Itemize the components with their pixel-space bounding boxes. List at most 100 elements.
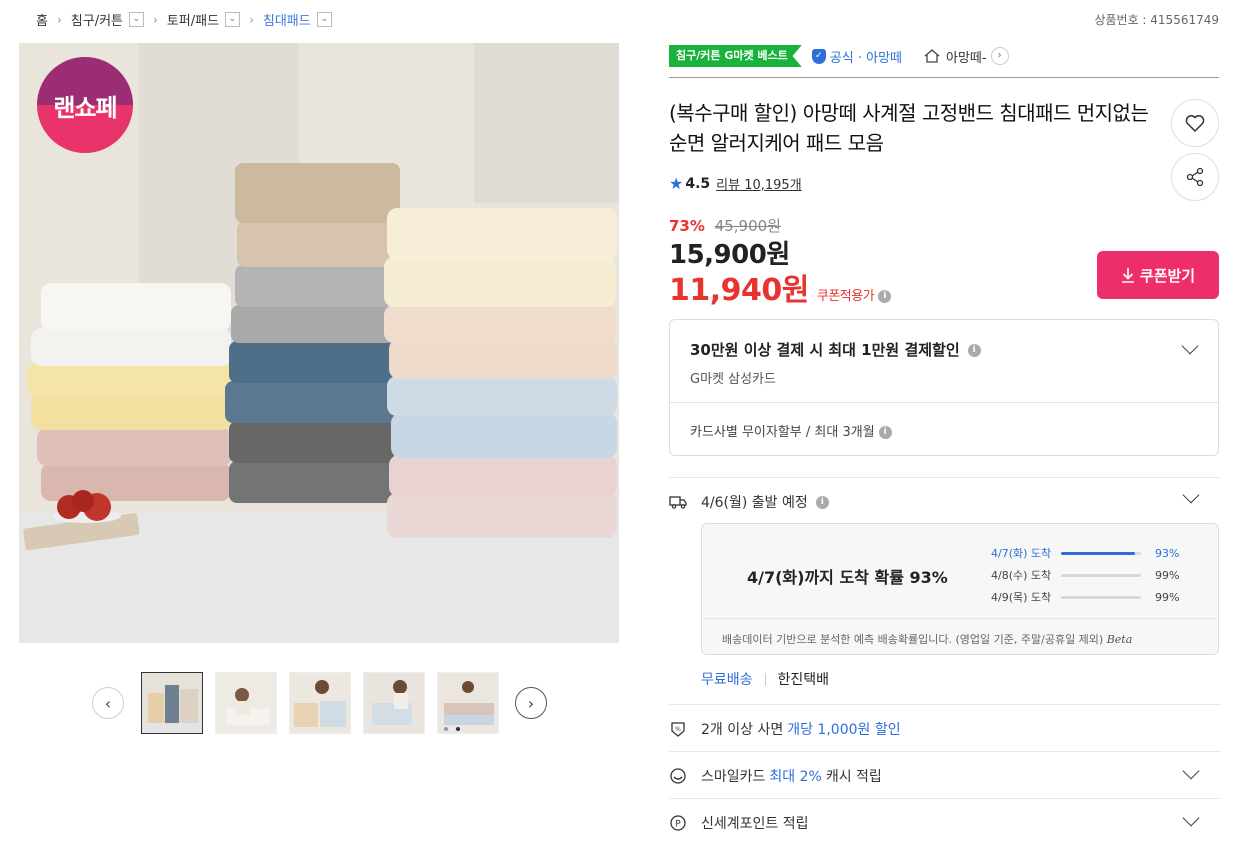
card-promo-title-text: 30만원 이상 결제 시 최대 1만원 결제할인	[690, 341, 960, 359]
arrival-row: 4/8(수) 도착 99%	[991, 564, 1179, 586]
thumbnail-3[interactable]	[289, 672, 351, 734]
rating: ★ 4.5 리뷰 10,195개	[669, 174, 802, 193]
free-shipping: 무료배송	[701, 672, 753, 688]
svg-text:P: P	[675, 820, 681, 830]
download-icon	[1121, 268, 1134, 283]
probability-fill	[1061, 573, 1141, 577]
review-link[interactable]: 리뷰 10,195개	[716, 174, 802, 193]
coupon-note-label: 쿠폰적용가	[816, 289, 875, 304]
chevron-down-icon[interactable]	[1182, 486, 1200, 504]
chevron-down-icon[interactable]	[1182, 809, 1200, 827]
bedding-stack-illustration	[19, 43, 619, 643]
shipping-date: 4/6(월) 출발 예정	[701, 495, 808, 511]
arrival-row: 4/7(화) 도착 93%	[991, 542, 1179, 564]
best-badge[interactable]: 침구/커튼 G마켓 베스트	[669, 45, 802, 67]
discount-line: 73% 45,900원	[669, 215, 781, 236]
divider	[669, 477, 1221, 478]
installment-text: 카드사별 무이자할부 / 최대 3개월	[690, 425, 875, 440]
courier-name: 한진택배	[777, 672, 830, 688]
shipping-date-row[interactable]: 4/6(월) 출발 예정 i	[669, 492, 829, 512]
thumbnail-1[interactable]	[141, 672, 203, 734]
info-icon[interactable]: i	[967, 344, 981, 357]
thumbnail-5[interactable]	[437, 672, 499, 734]
official-store-link[interactable]: ✓ 공식 · 아망떼	[811, 45, 902, 67]
probability-value: 99%	[1155, 590, 1180, 604]
share-button[interactable]	[1171, 153, 1219, 201]
probability-bar	[1061, 573, 1141, 577]
arrival-row: 4/9(목) 도착 99%	[991, 586, 1179, 608]
rating-score: 4.5	[685, 175, 711, 192]
store-link[interactable]: 아망떼- ›	[924, 45, 1009, 67]
shinsegae-point-row[interactable]: P 신세계포인트 적립	[669, 813, 809, 833]
shipping-method: 무료배송 한진택배	[701, 669, 829, 689]
thumbnail-4[interactable]	[363, 672, 425, 734]
chevron-right-icon: ›	[990, 47, 1009, 65]
benefit-highlight: 최대 2%	[769, 769, 822, 785]
info-icon[interactable]: i	[878, 290, 892, 303]
card-promo-subtitle: G마켓 삼성카드	[690, 372, 776, 387]
product-number: 상품번호 : 415561749	[1094, 13, 1219, 27]
footnote-text: 배송데이터 기반으로 분석한 예측 배송확률입니다. (영업일 기준, 주말/공…	[722, 633, 1104, 646]
divider	[669, 751, 1221, 752]
smile-card-icon	[669, 767, 687, 785]
discount-tag-icon: %	[669, 720, 687, 738]
probability-fill	[1061, 551, 1136, 555]
chevron-down-icon[interactable]	[1182, 762, 1200, 780]
star-icon: ★	[669, 174, 684, 193]
divider	[670, 402, 1218, 403]
home-icon	[924, 49, 940, 63]
share-icon	[1186, 167, 1204, 187]
chevron-down-icon[interactable]: ⌄	[316, 12, 332, 27]
original-price: 45,900원	[714, 217, 781, 235]
benefit-text: 스마일카드	[701, 769, 766, 785]
card-promo-title: 30만원 이상 결제 시 최대 1만원 결제할인 i	[690, 339, 981, 360]
next-thumbnail-button[interactable]: ›	[515, 687, 547, 719]
main-product-image[interactable]: 랜쇼페	[19, 43, 619, 643]
beta-label: Beta	[1106, 633, 1133, 646]
coupon-download-button[interactable]: 쿠폰받기	[1097, 251, 1219, 299]
chevron-down-icon[interactable]: ⌄	[225, 12, 241, 27]
probability-bar	[1061, 551, 1141, 555]
benefit-text-suffix: 캐시 적립	[825, 769, 882, 785]
info-icon[interactable]: i	[815, 495, 829, 509]
breadcrumb-home[interactable]: 홈	[36, 10, 48, 29]
smilecard-row[interactable]: 스마일카드 최대 2% 캐시 적립	[669, 766, 882, 786]
bulk-discount-row: % 2개 이상 사면 개당 1,000원 할인	[669, 719, 901, 739]
probability-value: 99%	[1155, 568, 1180, 582]
coupon-button-label: 쿠폰받기	[1139, 266, 1196, 285]
card-promotion-box[interactable]: 30만원 이상 결제 시 최대 1만원 결제할인 i G마켓 삼성카드 카드사별 …	[669, 319, 1219, 456]
breadcrumb-current[interactable]: 침대패드	[263, 10, 311, 29]
probability-value: 93%	[1155, 546, 1180, 560]
truck-icon	[669, 493, 687, 511]
arrival-date: 4/9(목) 도착	[991, 591, 1052, 604]
thumbnail-2[interactable]	[215, 672, 277, 734]
chevron-right-icon: ›	[249, 12, 254, 27]
delivery-probability-box: 4/7(화)까지 도착 확률 93% 4/7(화) 도착 93% 4/8(수) …	[701, 523, 1219, 655]
chevron-right-icon: ›	[153, 12, 158, 27]
point-icon: P	[669, 814, 687, 832]
divider	[669, 704, 1221, 705]
arrival-probability-bars: 4/7(화) 도착 93% 4/8(수) 도착 99% 4/9(목) 도착 99…	[991, 542, 1179, 608]
coupon-price: 11,940원	[669, 273, 809, 308]
breadcrumb-category[interactable]: 침구/커튼	[71, 10, 123, 29]
info-icon[interactable]: i	[878, 426, 892, 439]
breadcrumb-subcategory[interactable]: 토퍼/패드	[167, 10, 219, 29]
divider	[764, 672, 766, 686]
arrival-headline: 4/7(화)까지 도착 확률 93%	[747, 568, 948, 587]
chevron-down-icon[interactable]: ⌄	[129, 12, 145, 27]
probability-fill	[1061, 595, 1141, 599]
thumbnail-carousel: ‹ ›	[92, 672, 547, 734]
shop-logo: 랜쇼페	[53, 94, 117, 122]
benefit-text: 신세계포인트 적립	[701, 816, 809, 832]
benefit-text: 2개 이상 사면	[701, 722, 784, 738]
prev-thumbnail-button[interactable]: ‹	[92, 687, 124, 719]
official-label: 공식 · 아망떼	[829, 50, 902, 66]
arrival-date: 4/8(수) 도착	[991, 569, 1052, 582]
coupon-price-line: 11,940원 쿠폰적용가 i	[669, 265, 892, 309]
chevron-down-icon[interactable]	[1181, 337, 1199, 355]
arrival-date: 4/7(화) 도착	[991, 547, 1052, 560]
benefit-highlight: 개당 1,000원 할인	[787, 722, 901, 738]
delivery-footnote: 배송데이터 기반으로 분석한 예측 배송확률입니다. (영업일 기준, 주말/공…	[702, 618, 1218, 647]
badge-row: 침구/커튼 G마켓 베스트 ✓ 공식 · 아망떼 아망떼- ›	[669, 45, 1219, 78]
wishlist-button[interactable]	[1171, 99, 1219, 147]
